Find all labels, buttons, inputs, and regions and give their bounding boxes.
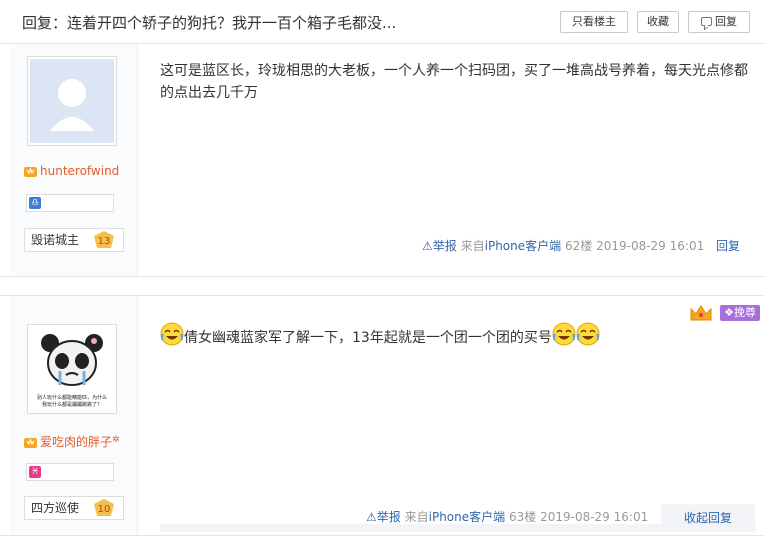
crown-icon	[24, 438, 37, 448]
laugh-cry-emoji	[160, 322, 184, 346]
level-badge-icon: 10	[94, 499, 114, 516]
default-avatar-icon	[30, 59, 114, 143]
rank-badge: 四方巡使 10	[24, 496, 124, 520]
report-link[interactable]: ⚠举报	[422, 239, 457, 253]
post-separator	[0, 277, 764, 295]
username-label: hunterofwind	[40, 164, 120, 178]
avatar[interactable]: 别人玩什么都能精能匹，为什么 我玩什么都是蹦蹦跳跳了？	[27, 324, 117, 414]
laugh-cry-emoji	[576, 322, 600, 346]
author-sidebar: 别人玩什么都能精能匹，为什么 我玩什么都是蹦蹦跳跳了？ 爱吃肉的胖子✲ ♓ 四方…	[10, 296, 138, 535]
username-label: 爱吃肉的胖子	[40, 435, 113, 449]
level-number: 13	[98, 236, 111, 247]
level-number: 10	[98, 504, 111, 515]
post-time: 2019-08-29 16:01	[596, 239, 705, 253]
rank-label: 毁诺城主	[31, 233, 80, 247]
post-62: hunterofwind ♎ 毁诺城主 13 这可是蓝区长，玲珑相思的大老板，一…	[0, 44, 764, 277]
svg-text:别人玩什么都能精能匹，为什么: 别人玩什么都能精能匹，为什么	[37, 394, 107, 401]
post-badges: ❖挽尊	[689, 302, 760, 322]
post-text: 倩女幽魂蓝家军了解一下，13年起就是一个团一个团的买号	[184, 330, 552, 346]
post-content: 这可是蓝区长，玲珑相思的大老板，一个人养一个扫码团，买了一堆高战号养着，每天光点…	[160, 63, 748, 101]
crown-icon	[690, 304, 712, 320]
laugh-cry-emoji	[552, 322, 576, 346]
crown-icon	[24, 167, 37, 177]
avatar[interactable]	[27, 56, 117, 146]
level-badge-icon: 13	[94, 231, 114, 248]
thread-header: 回复：连着开四个轿子的狗托？我开一百个箱子毛都没... 只看楼主 收藏 回复	[0, 0, 764, 44]
post-tail: ⚠举报 来自iPhone客户端 63楼 2019-08-29 16:01	[366, 508, 648, 525]
panda-meme-avatar-icon: 别人玩什么都能精能匹，为什么 我玩什么都是蹦蹦跳跳了？	[30, 327, 114, 411]
device-link[interactable]: iPhone客户端	[429, 510, 506, 524]
favorite-button[interactable]: 收藏	[637, 11, 679, 33]
zodiac-badge: ♎	[26, 194, 114, 212]
username[interactable]: hunterofwind	[24, 164, 119, 178]
from-label: 来自	[460, 239, 485, 253]
from-label: 来自	[404, 510, 429, 524]
rank-badge: 毁诺城主 13	[24, 228, 124, 252]
post-reply-link[interactable]: 回复	[716, 239, 740, 253]
thread-page: 回复：连着开四个轿子的狗托？我开一百个箱子毛都没... 只看楼主 收藏 回复 h…	[0, 0, 764, 536]
post-content: 倩女幽魂蓝家军了解一下，13年起就是一个团一个团的买号	[160, 322, 640, 349]
badge-tag[interactable]: ❖挽尊	[720, 304, 760, 321]
report-link[interactable]: ⚠举报	[366, 510, 401, 524]
floor-label: 62楼	[564, 239, 593, 253]
reply-button-label: 回复	[715, 15, 737, 28]
device-link[interactable]: iPhone客户端	[485, 239, 562, 253]
comment-icon	[701, 17, 712, 26]
vip-mark-icon: ✲	[112, 435, 120, 445]
badge-label: 挽尊	[734, 305, 756, 319]
username[interactable]: 爱吃肉的胖子✲	[24, 433, 120, 450]
post-time: 2019-08-29 16:01	[540, 510, 649, 524]
reply-button[interactable]: 回复	[688, 11, 750, 33]
warning-icon: ⚠	[422, 239, 433, 253]
post-63: 别人玩什么都能精能匹，为什么 我玩什么都是蹦蹦跳跳了？ 爱吃肉的胖子✲ ♓ 四方…	[0, 295, 764, 536]
svg-text:我玩什么都是蹦蹦跳跳了？: 我玩什么都是蹦蹦跳跳了？	[42, 401, 102, 408]
rank-label: 四方巡使	[31, 501, 80, 515]
thread-title: 回复：连着开四个轿子的狗托？我开一百个箱子毛都没...	[22, 14, 397, 32]
author-sidebar: hunterofwind ♎ 毁诺城主 13	[10, 44, 138, 276]
report-label: 举报	[432, 239, 457, 253]
warning-icon: ⚠	[366, 510, 377, 524]
zodiac-pisces-icon: ♓	[29, 466, 41, 478]
post-tail: ⚠举报 来自iPhone客户端 62楼 2019-08-29 16:01 回复	[422, 237, 740, 254]
report-label: 举报	[376, 510, 401, 524]
collapse-replies-button[interactable]: 收起回复	[661, 504, 755, 532]
zodiac-badge: ♓	[26, 463, 114, 481]
badge-icon: ❖	[724, 305, 734, 319]
only-author-button[interactable]: 只看楼主	[560, 11, 628, 33]
floor-label: 63楼	[508, 510, 537, 524]
zodiac-libra-icon: ♎	[29, 197, 41, 209]
